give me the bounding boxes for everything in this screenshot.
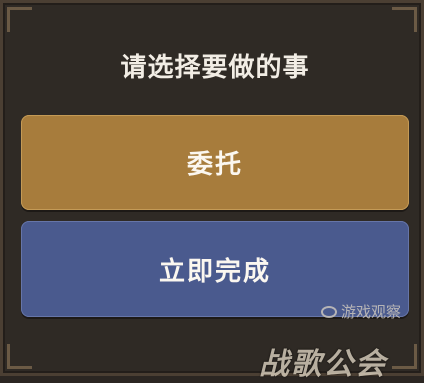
entrust-button[interactable]: 委托 [21,115,409,210]
frame-corner-ornament [7,344,32,369]
complete-now-button-label: 立即完成 [158,256,271,287]
frame-corner-ornament [7,7,32,32]
source-watermark-text: 游戏观察 [340,303,401,321]
choice-dialog: 请选择要做的事 委托 立即完成 游戏观察 战歌公会 [0,0,424,382]
site-watermark: 战歌公会 [259,347,387,382]
source-watermark: 游戏观察 [320,301,401,322]
dialog-title: 请选择要做的事 [120,53,310,83]
eye-logo-icon [320,305,337,318]
frame-corner-ornament [392,344,417,369]
entrust-button-label: 委托 [186,150,243,180]
frame-corner-ornament [392,7,417,32]
